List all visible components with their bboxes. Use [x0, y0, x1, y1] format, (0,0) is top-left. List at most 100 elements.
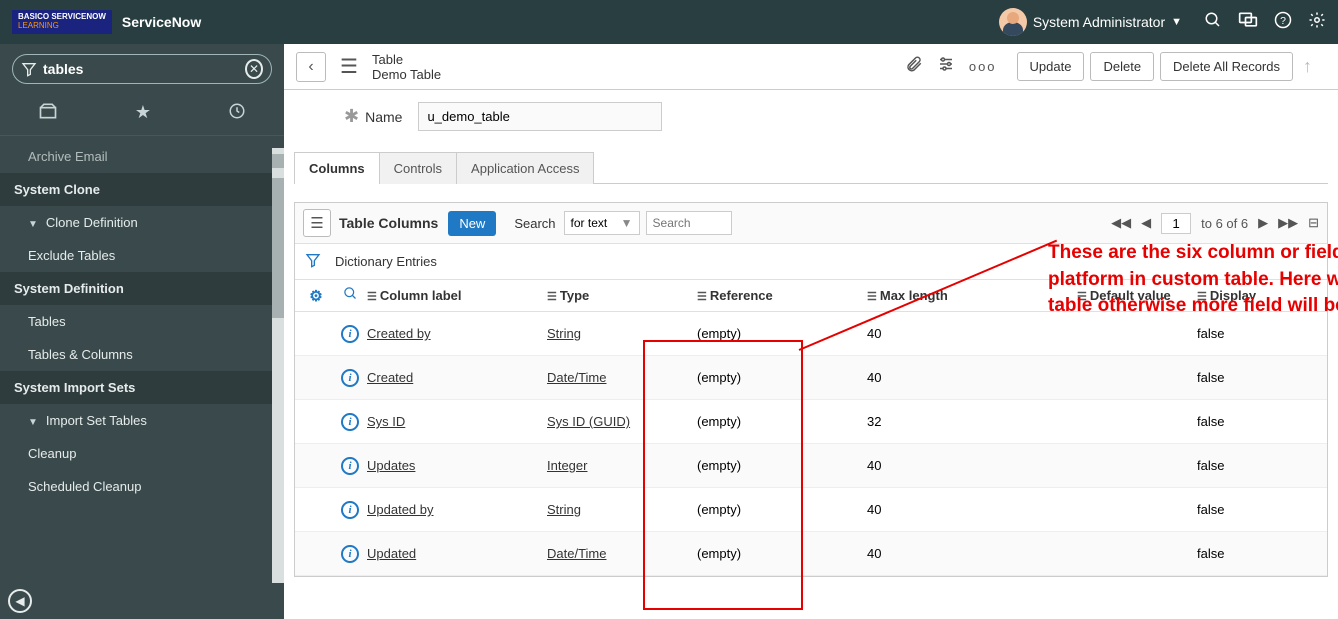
user-menu[interactable]: System Administrator ▼ — [999, 8, 1182, 36]
row-display: false — [1197, 414, 1297, 429]
info-icon[interactable]: i — [341, 457, 359, 475]
table-row: iUpdatedDate/Time(empty)40false — [295, 532, 1327, 576]
context-menu-icon[interactable]: ☰ — [334, 52, 364, 82]
sidebar-item[interactable]: System Definition — [0, 272, 272, 305]
sidebar-item[interactable]: Scheduled Cleanup — [0, 470, 272, 503]
prev-record-icon[interactable]: ↑ — [1303, 56, 1312, 77]
row-type-link[interactable]: String — [547, 326, 581, 341]
gear-icon[interactable] — [1308, 11, 1326, 34]
help-icon[interactable]: ? — [1274, 11, 1292, 34]
row-type-link[interactable]: Date/Time — [547, 546, 606, 561]
sidebar: ✕ ★ Archive EmailSystem CloneClone Defin… — [0, 44, 284, 619]
info-icon[interactable]: i — [341, 413, 359, 431]
name-label: Name — [365, 109, 402, 125]
form-title: Table Demo Table — [372, 52, 441, 82]
row-label-link[interactable]: Updates — [367, 458, 415, 473]
sidebar-item[interactable]: Tables & Columns — [0, 338, 272, 371]
table-row: iUpdated byString(empty)40false — [295, 488, 1327, 532]
nav-tab-history-icon[interactable] — [228, 102, 246, 125]
attachment-icon[interactable] — [905, 55, 923, 78]
row-display: false — [1197, 370, 1297, 385]
col-reference[interactable]: ☰Reference — [697, 288, 867, 303]
list-collapse-icon[interactable]: ⊟ — [1308, 215, 1319, 231]
page-from-input[interactable] — [1161, 213, 1191, 234]
back-button[interactable]: ‹ — [296, 52, 326, 82]
search-mode-select[interactable]: for text ▼ — [564, 211, 640, 235]
collapse-nav-button[interactable]: ◀ — [8, 589, 32, 613]
nav-tab-all-icon[interactable] — [38, 102, 58, 125]
sidebar-scrollbar[interactable] — [272, 148, 284, 583]
delete-all-records-button[interactable]: Delete All Records — [1160, 52, 1293, 81]
scroll-up-arrow[interactable] — [272, 154, 284, 168]
info-icon[interactable]: i — [341, 325, 359, 343]
filter-funnel-icon[interactable] — [305, 252, 321, 271]
sidebar-item[interactable]: Exclude Tables — [0, 239, 272, 272]
row-label-link[interactable]: Created by — [367, 326, 431, 341]
row-max-length: 40 — [867, 502, 1077, 517]
row-label-link[interactable]: Updated by — [367, 502, 434, 517]
table-row: iUpdatesInteger(empty)40false — [295, 444, 1327, 488]
settings-icon[interactable] — [937, 55, 955, 78]
row-type-link[interactable]: Sys ID (GUID) — [547, 414, 630, 429]
sidebar-item[interactable]: Import Set Tables — [0, 404, 272, 437]
app-header: BASICO SERVICENOW LEARNING ServiceNow Sy… — [0, 0, 1338, 44]
required-star-icon: ✱ — [344, 106, 359, 127]
scroll-thumb[interactable] — [272, 178, 284, 318]
new-button[interactable]: New — [448, 211, 496, 236]
user-name: System Administrator — [1033, 14, 1165, 30]
logo: BASICO SERVICENOW LEARNING — [12, 10, 112, 34]
tab-controls[interactable]: Controls — [379, 152, 457, 184]
search-label: Search — [514, 216, 555, 231]
info-icon[interactable]: i — [341, 545, 359, 563]
sidebar-item[interactable]: System Clone — [0, 173, 272, 206]
tab-application-access[interactable]: Application Access — [456, 152, 594, 184]
list-menu-icon[interactable]: ☰ — [303, 209, 331, 237]
row-type-link[interactable]: Date/Time — [547, 370, 606, 385]
info-icon[interactable]: i — [341, 369, 359, 387]
col-column-label[interactable]: ☰Column label — [367, 288, 547, 303]
filter-navigator[interactable]: ✕ — [12, 54, 272, 84]
avatar — [999, 8, 1027, 36]
update-button[interactable]: Update — [1017, 52, 1085, 81]
tab-bar: ColumnsControlsApplication Access — [294, 151, 1328, 184]
row-type-link[interactable]: Integer — [547, 458, 587, 473]
chat-icon[interactable] — [1238, 11, 1258, 34]
row-max-length: 32 — [867, 414, 1077, 429]
breadcrumb-text[interactable]: Dictionary Entries — [335, 254, 437, 269]
delete-button[interactable]: Delete — [1090, 52, 1154, 81]
first-page-icon[interactable]: ◀◀ — [1111, 215, 1131, 231]
list-title: Table Columns — [339, 215, 438, 231]
sidebar-item[interactable]: System Import Sets — [0, 371, 272, 404]
clear-filter-icon[interactable]: ✕ — [245, 59, 263, 79]
nav-tab-favorites-icon[interactable]: ★ — [135, 102, 151, 125]
nav-list[interactable]: Archive EmailSystem CloneClone Definitio… — [0, 148, 272, 583]
col-type[interactable]: ☰Type — [547, 288, 697, 303]
sidebar-item[interactable]: Tables — [0, 305, 272, 338]
sidebar-item[interactable]: Clone Definition — [0, 206, 272, 239]
row-type-link[interactable]: String — [547, 502, 581, 517]
column-search-icon[interactable] — [333, 286, 367, 305]
prev-page-icon[interactable]: ◀ — [1141, 215, 1151, 231]
pagination: ◀◀ ◀ to 6 of 6 ▶ ▶▶ ⊟ — [1111, 213, 1319, 234]
info-icon[interactable]: i — [341, 501, 359, 519]
search-icon[interactable] — [1204, 11, 1222, 34]
name-input[interactable] — [418, 102, 662, 131]
search-input[interactable] — [646, 211, 732, 235]
annotation-text: These are the six column or field auto c… — [1048, 240, 1338, 320]
filter-input[interactable] — [37, 59, 245, 79]
last-page-icon[interactable]: ▶▶ — [1278, 215, 1298, 231]
row-label-link[interactable]: Sys ID — [367, 414, 405, 429]
next-page-icon[interactable]: ▶ — [1258, 215, 1268, 231]
personalize-list-icon[interactable]: ⚙ — [299, 287, 333, 305]
row-display: false — [1197, 546, 1297, 561]
row-label-link[interactable]: Updated — [367, 546, 416, 561]
sidebar-item[interactable]: Archive Email — [0, 148, 272, 173]
more-options-icon[interactable]: ooo — [969, 59, 997, 74]
form-header: ‹ ☰ Table Demo Table ooo Update Delete D… — [284, 44, 1338, 90]
sidebar-item[interactable]: Cleanup — [0, 437, 272, 470]
tab-columns[interactable]: Columns — [294, 152, 380, 184]
col-max-length[interactable]: ☰Max length — [867, 288, 1077, 303]
row-label-link[interactable]: Created — [367, 370, 413, 385]
name-field-row: ✱ Name — [284, 90, 1338, 151]
table-row: iSys IDSys ID (GUID)(empty)32false — [295, 400, 1327, 444]
